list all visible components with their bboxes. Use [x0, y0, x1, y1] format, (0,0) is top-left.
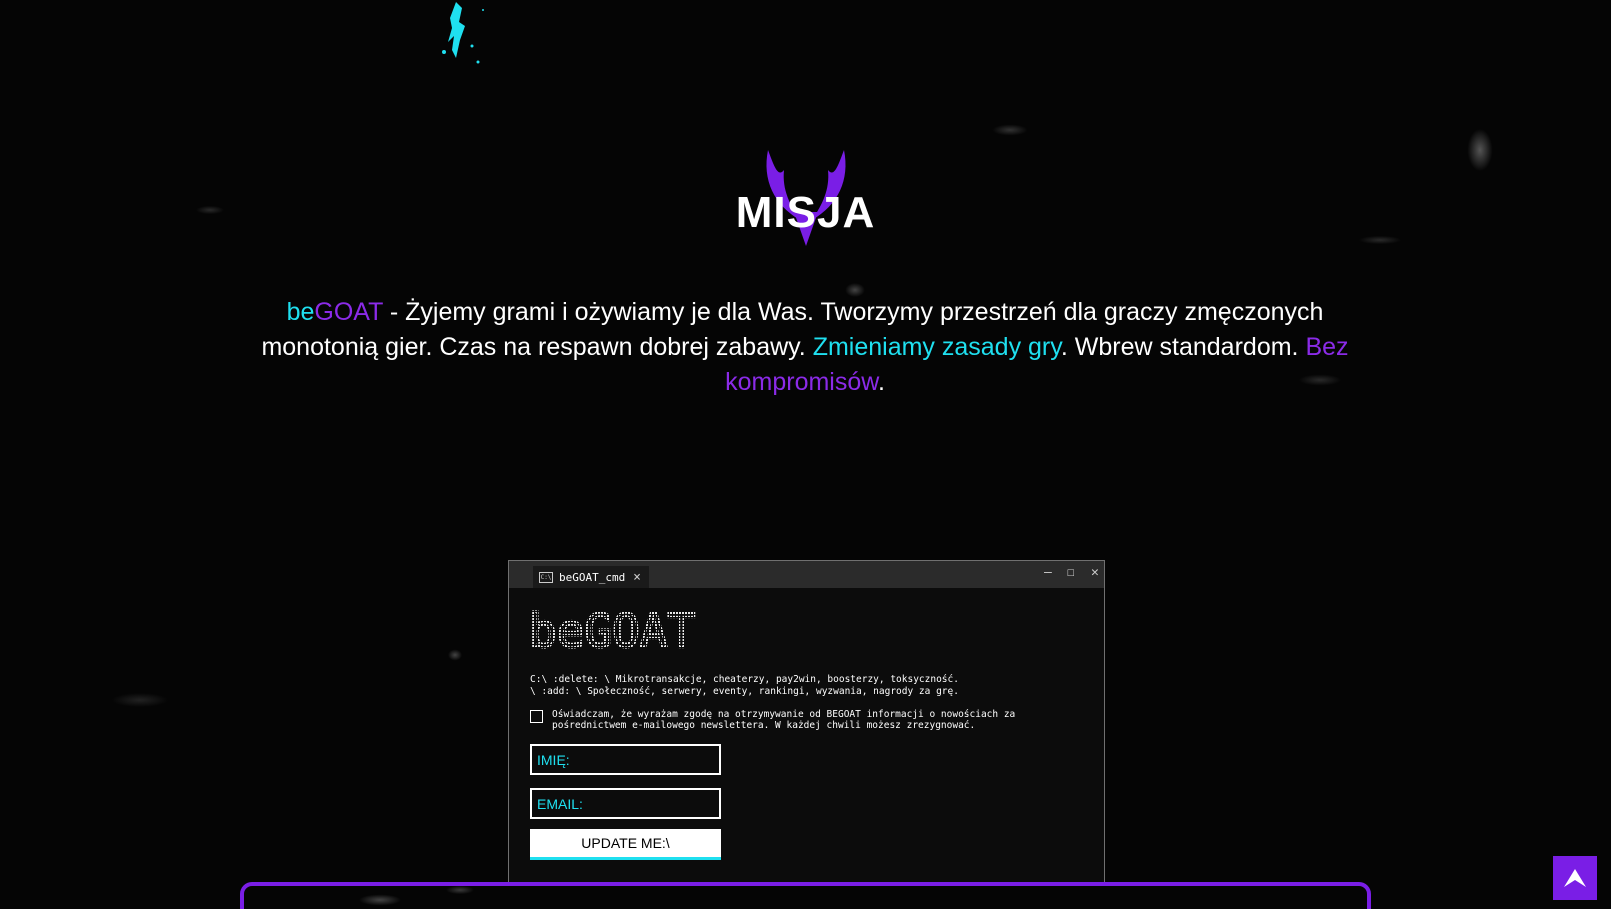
name-input[interactable]: IMIĘ: [530, 744, 721, 775]
begoat-ascii-logo: beGOAT [529, 603, 696, 655]
brand-be: be [286, 298, 315, 326]
command-delete-line: C:\ :delete: \ Mikrotransakcje, cheaterz… [530, 674, 959, 685]
terminal-title-bar: C:\ beGOAT_cmd × – ☐ ✕ [509, 561, 1104, 588]
terminal-tab[interactable]: C:\ beGOAT_cmd × [533, 566, 649, 588]
window-close-icon[interactable]: ✕ [1091, 565, 1099, 580]
ascii-logo-text: beGOAT [529, 604, 695, 655]
minimize-icon[interactable]: – [1044, 565, 1052, 580]
arrow-up-icon [1564, 869, 1586, 887]
next-section-frame [240, 882, 1371, 909]
mission-text: beGOAT - Żyjemy grami i ożywiamy je dla … [255, 295, 1355, 400]
command-add-line: \ :add: \ Społeczność, serwery, eventy, … [530, 686, 959, 697]
scroll-to-top-button[interactable] [1553, 856, 1597, 900]
mission-text-part-3: . [877, 368, 885, 396]
terminal-icon: C:\ [539, 571, 553, 583]
email-input[interactable]: EMAIL: [530, 788, 721, 819]
paint-splash-decoration [442, 2, 484, 64]
consent-checkbox[interactable] [530, 710, 543, 723]
mission-title: MISJA [735, 188, 876, 237]
terminal-command-lines: C:\ :delete: \ Mikrotransakcje, cheaterz… [530, 674, 959, 698]
update-me-button[interactable]: UPDATE ME:\ [530, 829, 721, 860]
mission-highlight-1: Zmieniamy zasady gry [812, 333, 1061, 361]
terminal-tab-label: beGOAT_cmd [559, 570, 626, 584]
consent-text: Oświadczam, że wyrażam zgodę na otrzymyw… [552, 709, 1016, 731]
maximize-icon[interactable]: ☐ [1067, 565, 1075, 580]
brand-goat: GOAT [314, 298, 383, 326]
mission-section: MISJA [0, 150, 1611, 246]
tab-close-icon[interactable]: × [633, 570, 641, 585]
newsletter-terminal-window: C:\ beGOAT_cmd × – ☐ ✕ beGOAT C:\ :delet… [508, 560, 1105, 886]
mission-text-part-2: . Wbrew standardom. [1060, 333, 1306, 361]
newsletter-consent[interactable]: Oświadczam, że wyrażam zgodę na otrzymyw… [530, 709, 1080, 731]
